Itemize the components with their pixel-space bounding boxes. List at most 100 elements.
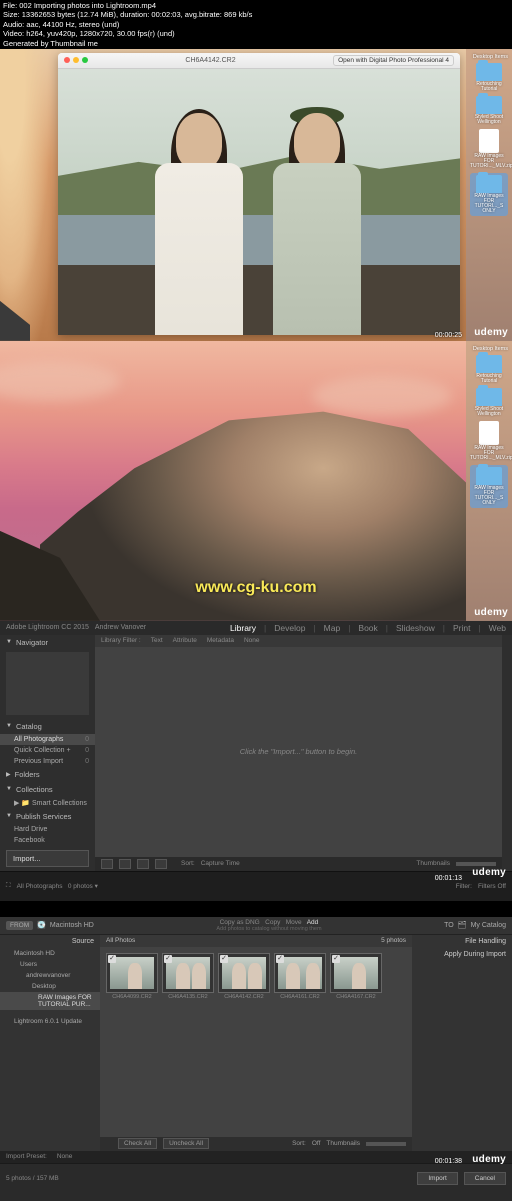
mode-copy-dng[interactable]: Copy as DNG: [220, 919, 260, 926]
filmstrip-nav-icon[interactable]: ⛶: [6, 882, 11, 890]
sort-dropdown[interactable]: Capture Time: [201, 860, 240, 867]
import-action-button[interactable]: Import: [417, 1172, 457, 1185]
tab-all-photos[interactable]: All Photos: [106, 937, 135, 944]
catalog-item-all-photos[interactable]: All Photographs0: [0, 734, 95, 745]
filter-tab-text[interactable]: Text: [151, 637, 163, 644]
hard-drive-icon: 💽: [37, 921, 46, 929]
filmstrip-filter-value[interactable]: Filters Off: [478, 883, 506, 890]
publish-panel-header[interactable]: ▼Publish Services: [0, 809, 95, 824]
file-icon: [479, 421, 499, 445]
from-source[interactable]: Macintosh HD: [50, 922, 94, 929]
window-titlebar[interactable]: CH6A4142.CR2 Open with Digital Photo Pro…: [58, 53, 460, 69]
source-tree-item[interactable]: Macintosh HD: [0, 948, 100, 959]
import-top-bar: FROM 💽 Macintosh HD Copy as DNG Copy Mov…: [0, 917, 512, 935]
mode-copy[interactable]: Copy: [265, 919, 280, 926]
cancel-button[interactable]: Cancel: [464, 1172, 506, 1185]
filmstrip-count[interactable]: 0 photos ▾: [68, 883, 98, 890]
survey-view-icon[interactable]: [155, 859, 167, 869]
source-tree-item[interactable]: andrewvanover: [0, 970, 100, 981]
photo-subject: [264, 105, 369, 335]
collection-item[interactable]: ▶ 📁 Smart Collections: [0, 797, 95, 809]
import-bottom-bar: 5 photos / 157 MB Import Cancel: [0, 1163, 512, 1193]
publish-service-item[interactable]: Hard Drive: [0, 824, 95, 835]
meta-line: Size: 13362653 bytes (12.74 MiB), durati…: [3, 10, 509, 19]
lightroom-right-panel-collapsed[interactable]: [502, 635, 512, 871]
catalog-item-quick-collection[interactable]: Quick Collection +0: [0, 745, 95, 756]
source-tree-item[interactable]: Desktop: [0, 981, 100, 992]
filmstrip-source[interactable]: All Photographs: [17, 883, 63, 890]
desktop-item[interactable]: Retouching Tutorial: [470, 355, 508, 384]
desktop-item-selected[interactable]: RAW Images FOR TUTORI..._S ONLY: [470, 465, 508, 508]
module-print[interactable]: Print: [453, 623, 470, 633]
desktop-items-sidebar: Desktop Items Retouching Tutorial Styled…: [466, 341, 512, 621]
filmstrip-filter-label: Filter:: [456, 883, 472, 890]
sort-dropdown[interactable]: Off: [312, 1140, 321, 1147]
import-thumb[interactable]: CH6A4142.CR2: [218, 953, 270, 1000]
source-tree-item-selected[interactable]: RAW Images FOR TUTORIAL PUR...: [0, 992, 100, 1010]
uncheck-all-button[interactable]: Uncheck All: [163, 1138, 209, 1149]
check-all-button[interactable]: Check All: [118, 1138, 157, 1149]
filter-tab-none[interactable]: None: [244, 637, 260, 644]
video-timestamp: 00:01:38: [435, 1158, 462, 1165]
window-traffic-lights[interactable]: [64, 57, 88, 63]
preview-image: [58, 69, 460, 335]
screenshot-3-lightroom-library: Adobe Lightroom CC 2015 Andrew Vanover L…: [0, 621, 512, 917]
thumbnail-size-slider[interactable]: [366, 1142, 406, 1146]
navigator-preview[interactable]: [6, 652, 89, 715]
grid-view-icon[interactable]: [101, 859, 113, 869]
desktop-item[interactable]: RAW Images FOR TUTORI..._MLV.zip: [470, 129, 508, 169]
compare-view-icon[interactable]: [137, 859, 149, 869]
import-preset-dropdown[interactable]: None: [57, 1153, 73, 1160]
catalog-item-previous-import[interactable]: Previous Import0: [0, 756, 95, 767]
photo-count: 5 photos: [381, 937, 406, 944]
filter-tab-attribute[interactable]: Attribute: [173, 637, 197, 644]
import-button[interactable]: Import...: [6, 850, 89, 867]
desktop-item[interactable]: Styled Shoot Wellington: [470, 388, 508, 417]
close-icon[interactable]: [64, 57, 70, 63]
file-handling-panel[interactable]: File Handling: [412, 935, 512, 948]
source-tree-item[interactable]: Lightroom 6.0.1 Update: [0, 1016, 100, 1027]
desktop-item[interactable]: Retouching Tutorial: [470, 63, 508, 92]
import-right-panel: File Handling Apply During Import: [412, 935, 512, 1151]
filter-tab-metadata[interactable]: Metadata: [207, 637, 234, 644]
thumbnail-size-slider[interactable]: [456, 862, 496, 866]
import-thumb[interactable]: CH6A4099.CR2: [106, 953, 158, 1000]
module-book[interactable]: Book: [358, 623, 377, 633]
identity-plate[interactable]: Andrew Vanover: [95, 624, 146, 631]
catalog-panel-header[interactable]: ▼Catalog: [0, 719, 95, 734]
meta-line: File: 002 Importing photos into Lightroo…: [3, 1, 509, 10]
import-thumb[interactable]: CH6A4167.CR2: [330, 953, 382, 1000]
module-library[interactable]: Library: [230, 623, 256, 633]
to-destination[interactable]: My Catalog: [471, 922, 506, 929]
udemy-watermark: udemy: [474, 607, 508, 618]
mode-move[interactable]: Move: [286, 919, 302, 926]
open-with-button[interactable]: Open with Digital Photo Professional 4: [333, 55, 454, 66]
library-filter-bar[interactable]: Library Filter : Text Attribute Metadata…: [95, 635, 502, 647]
video-timestamp: 00:01:13: [435, 875, 462, 882]
import-to[interactable]: TO 🗂 My Catalog: [444, 921, 506, 929]
import-toolbar: Check All Uncheck All Sort: Off Thumbnai…: [100, 1137, 412, 1151]
desktop-item-selected[interactable]: RAW Images FOR TUTORI..._S ONLY: [470, 173, 508, 216]
mode-add[interactable]: Add: [307, 919, 319, 926]
navigator-panel-header[interactable]: ▼Navigator: [0, 635, 95, 650]
import-preset-label: Import Preset:: [6, 1153, 47, 1160]
import-thumb[interactable]: CH6A4135.CR2: [162, 953, 214, 1000]
apply-during-import-panel[interactable]: Apply During Import: [412, 948, 512, 961]
lightroom-left-panel: ▼Navigator ▼Catalog All Photographs0 Qui…: [0, 635, 95, 871]
publish-service-item[interactable]: Facebook: [0, 835, 95, 846]
folders-panel-header[interactable]: ▶Folders: [0, 767, 95, 782]
collections-panel-header[interactable]: ▼Collections: [0, 782, 95, 797]
source-panel-header[interactable]: Source: [0, 935, 100, 948]
import-thumb[interactable]: CH6A4161.CR2: [274, 953, 326, 1000]
module-picker: Library| Develop| Map| Book| Slideshow| …: [230, 623, 506, 633]
module-slideshow[interactable]: Slideshow: [396, 623, 435, 633]
module-develop[interactable]: Develop: [274, 623, 305, 633]
minimize-icon[interactable]: [73, 57, 79, 63]
module-web[interactable]: Web: [489, 623, 506, 633]
desktop-item[interactable]: RAW Images FOR TUTORI..._MLV.zip: [470, 421, 508, 461]
module-map[interactable]: Map: [324, 623, 341, 633]
loupe-view-icon[interactable]: [119, 859, 131, 869]
source-tree-item[interactable]: Users: [0, 959, 100, 970]
import-from[interactable]: FROM 💽 Macintosh HD: [6, 921, 94, 930]
desktop-item[interactable]: Styled Shoot Wellington: [470, 96, 508, 125]
